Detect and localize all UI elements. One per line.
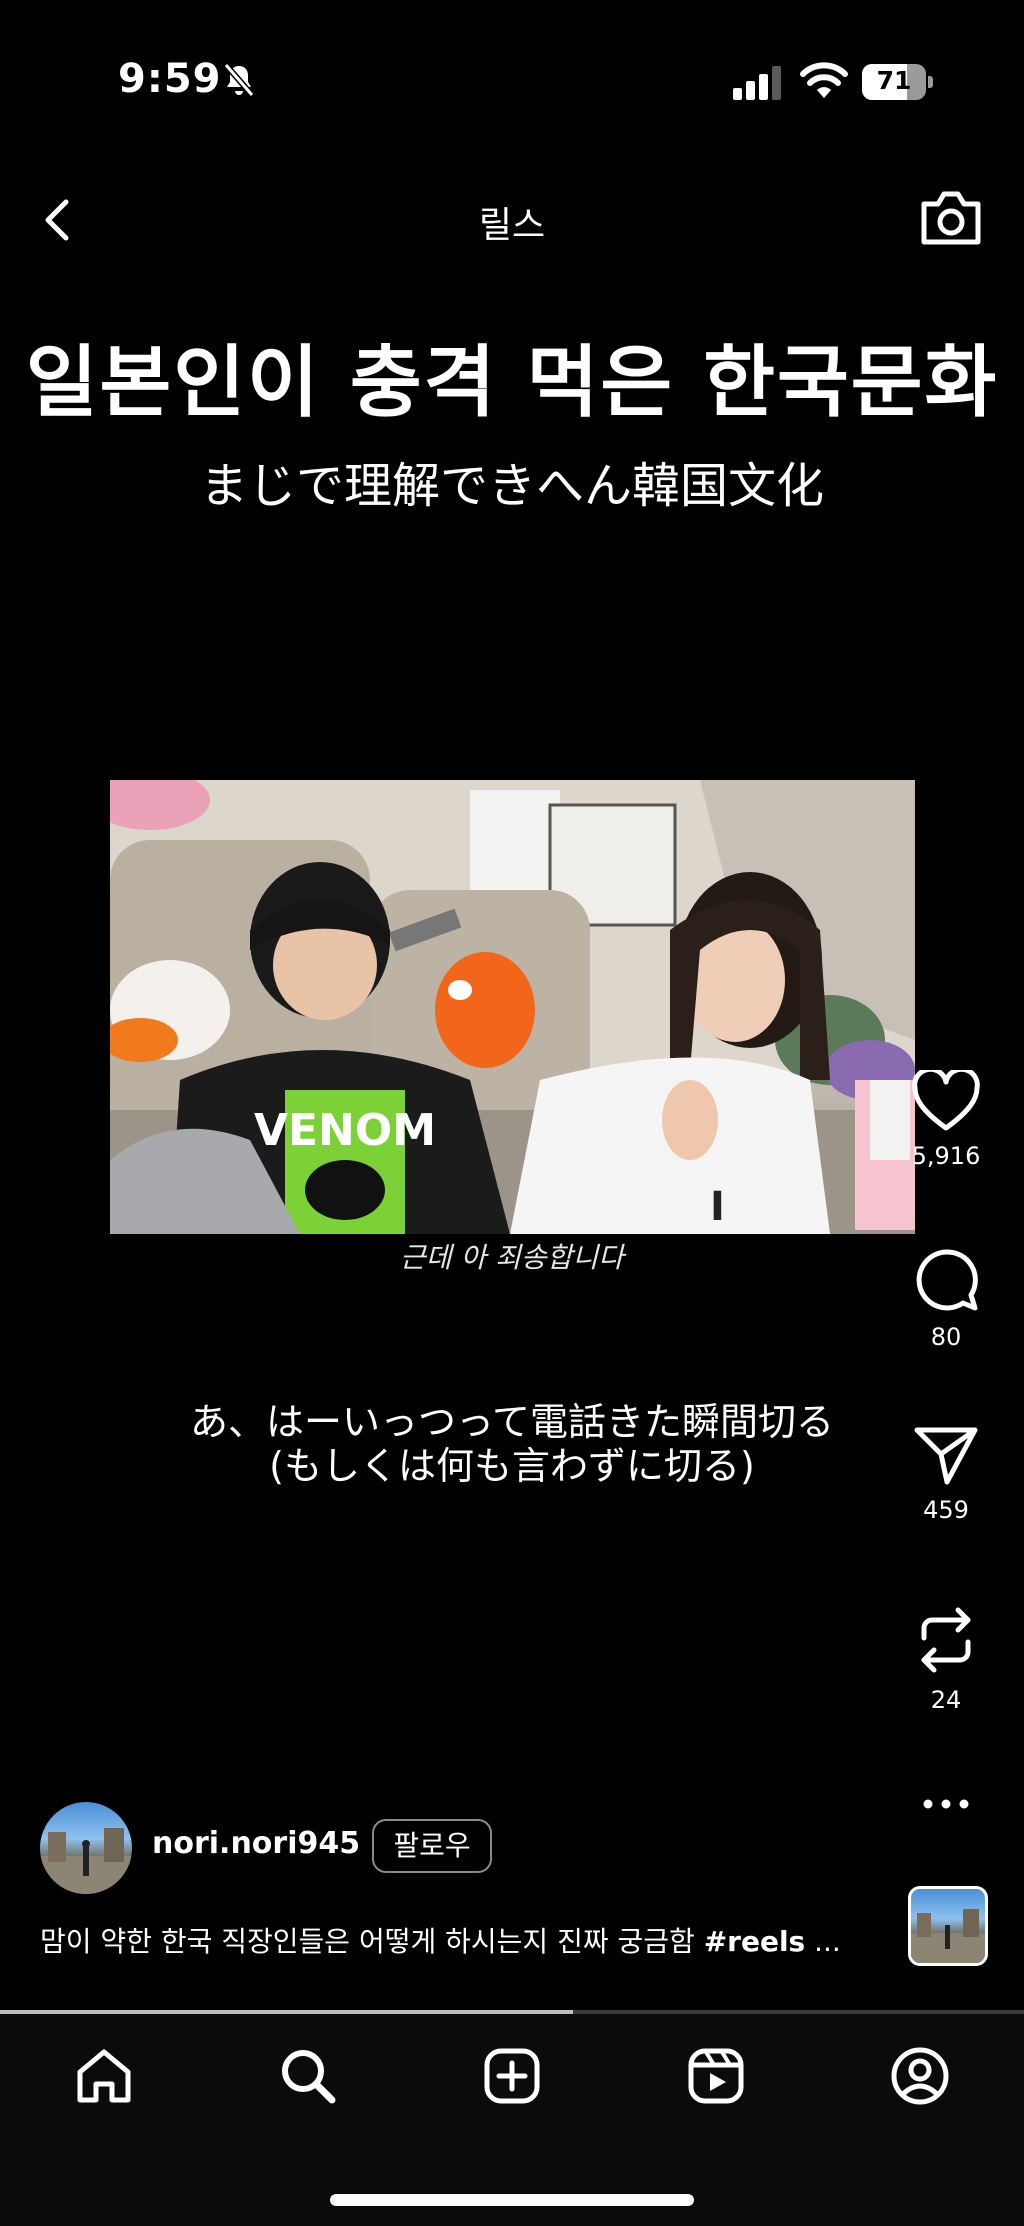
follow-button[interactable]: 팔로우 bbox=[372, 1819, 492, 1873]
tab-profile[interactable] bbox=[880, 2044, 960, 2114]
bell-slash-icon bbox=[223, 63, 255, 97]
cellular-signal-icon bbox=[733, 66, 781, 100]
home-icon bbox=[77, 2049, 131, 2103]
remix-count: 24 bbox=[930, 1686, 962, 1714]
video-inline-caption: 근데 아 죄송합니다 bbox=[400, 1241, 624, 1274]
caption-text: 맘이 약한 한국 직장인들은 어떻게 하시는지 진짜 궁금함 bbox=[40, 1925, 704, 1958]
svg-text:VENOM: VENOM bbox=[254, 1105, 436, 1156]
video-scene: VENOM Ⅰ bbox=[110, 780, 915, 1234]
username[interactable]: nori.nori945 bbox=[152, 1826, 360, 1861]
remix-button[interactable]: 24 bbox=[901, 1604, 991, 1714]
share-count: 459 bbox=[923, 1496, 969, 1524]
paper-plane-icon bbox=[914, 1427, 978, 1485]
like-button[interactable]: 5,916 bbox=[901, 1070, 991, 1170]
profile-icon bbox=[891, 2047, 949, 2105]
back-button[interactable] bbox=[36, 190, 80, 250]
page-title: 릴스 bbox=[478, 205, 546, 246]
svg-text:Ⅰ: Ⅰ bbox=[710, 1184, 725, 1230]
tab-search[interactable] bbox=[268, 2044, 348, 2114]
tab-home[interactable] bbox=[64, 2044, 144, 2114]
comment-count: 80 bbox=[930, 1323, 962, 1351]
video-caption-line1: あ、はーいっつって電話きた瞬間切る bbox=[189, 1400, 835, 1444]
heart-icon bbox=[912, 1070, 980, 1131]
avatar[interactable] bbox=[40, 1802, 132, 1894]
more-button[interactable] bbox=[901, 1796, 991, 1812]
caption-hashtag[interactable]: #reels bbox=[704, 1925, 806, 1958]
like-count: 5,916 bbox=[911, 1142, 981, 1170]
reel-subtitle-overlay: まじで理解できへん韓国文化 bbox=[199, 458, 824, 514]
caption-ellipsis: ... bbox=[805, 1925, 841, 1958]
share-button[interactable]: 459 bbox=[901, 1424, 991, 1524]
reels-icon bbox=[688, 2048, 744, 2104]
tab-create[interactable] bbox=[472, 2044, 552, 2114]
battery-indicator: 71 bbox=[862, 64, 934, 100]
wifi-icon bbox=[800, 62, 848, 98]
create-icon bbox=[484, 2048, 540, 2104]
comment-button[interactable]: 80 bbox=[901, 1247, 991, 1351]
video-caption-line2: (もしくは何も言わずに切る) bbox=[269, 1444, 755, 1488]
reel-title-overlay: 일본인이 충격 먹은 한국문화 bbox=[25, 338, 999, 428]
more-horizontal-icon bbox=[923, 1799, 969, 1809]
status-time: 9:59 bbox=[118, 56, 222, 102]
battery-level: 71 bbox=[876, 66, 912, 95]
camera-icon[interactable] bbox=[916, 186, 986, 250]
video-caption: あ、はーいっつって電話きた瞬間切る (もしくは何も言わずに切る) bbox=[0, 1400, 1024, 1488]
repost-icon bbox=[921, 1607, 971, 1673]
post-caption[interactable]: 맘이 약한 한국 직장인들은 어떻게 하시는지 진짜 궁금함 #reels ..… bbox=[40, 1920, 850, 1960]
comment-icon bbox=[916, 1249, 978, 1311]
home-indicator bbox=[330, 2194, 694, 2206]
video-frame[interactable]: VENOM Ⅰ bbox=[110, 780, 915, 1234]
audio-thumbnail[interactable] bbox=[908, 1886, 988, 1966]
search-icon bbox=[282, 2050, 336, 2104]
tab-reels[interactable] bbox=[676, 2044, 756, 2114]
